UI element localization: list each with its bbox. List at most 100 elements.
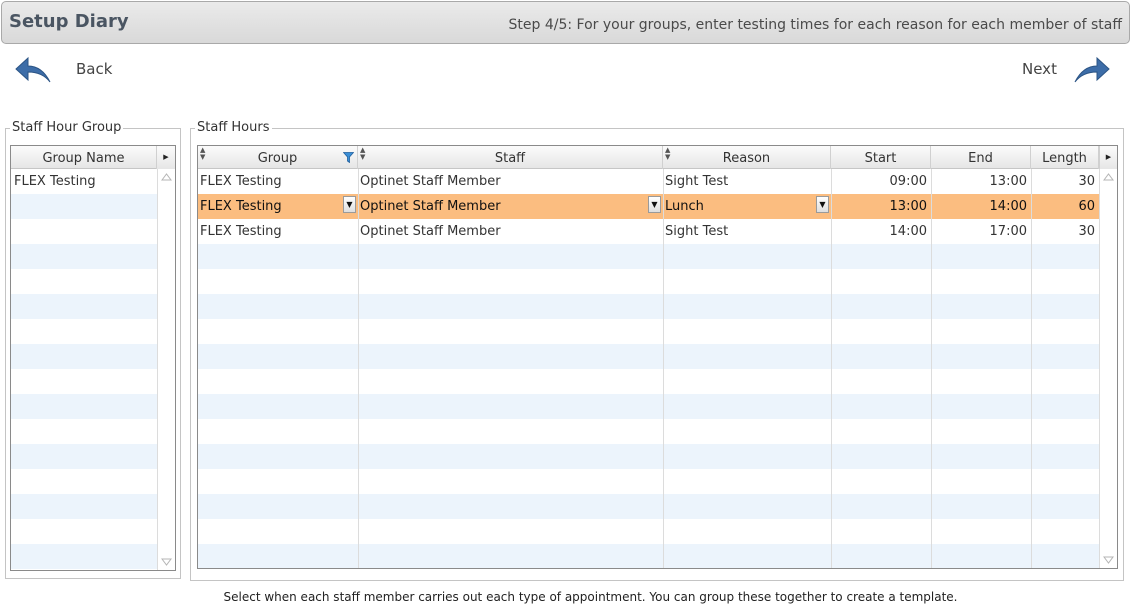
empty-row xyxy=(11,369,157,394)
dropdown-arrow-icon[interactable]: ▼ xyxy=(648,196,661,213)
dropdown-arrow-icon[interactable]: ▼ xyxy=(816,196,829,213)
staff-hour-group-title: Staff Hour Group xyxy=(10,120,124,136)
footer-hint: Select when each staff member carries ou… xyxy=(223,590,958,604)
start-cell[interactable]: 09:00 xyxy=(831,169,931,194)
reason-cell[interactable]: Sight Test xyxy=(663,219,831,244)
empty-row xyxy=(198,344,1099,369)
column-header-label: Staff xyxy=(494,151,526,166)
table-row[interactable]: FLEX Testing Optinet Staff Member Sight … xyxy=(198,219,1099,244)
scroll-up-icon[interactable] xyxy=(1103,173,1114,181)
column-chooser-icon: ▶ xyxy=(163,153,169,161)
reason-cell[interactable]: Sight Test xyxy=(663,169,831,194)
next-arrow-icon xyxy=(1074,56,1110,83)
empty-row xyxy=(11,319,157,344)
scroll-down-icon[interactable] xyxy=(1103,556,1114,564)
wizard-header: Setup Diary Step 4/5: For your groups, e… xyxy=(1,1,1130,44)
table-row-selected[interactable]: FLEX Testing ▼ Optinet Staff Member ▼ Lu… xyxy=(198,194,1099,219)
empty-row xyxy=(198,494,1099,519)
column-divider xyxy=(831,169,832,568)
empty-row xyxy=(11,344,157,369)
empty-row xyxy=(11,469,157,494)
empty-row xyxy=(198,469,1099,494)
back-button[interactable]: Back xyxy=(14,52,112,86)
column-header-start[interactable]: Start xyxy=(831,146,931,169)
column-header-label: Group xyxy=(257,151,298,166)
empty-row xyxy=(198,444,1099,469)
sort-icon: ▲ ▼ xyxy=(360,146,366,161)
empty-row xyxy=(198,519,1099,544)
start-cell[interactable]: 13:00 xyxy=(831,194,931,219)
column-header-end[interactable]: End xyxy=(931,146,1031,169)
empty-row xyxy=(11,419,157,444)
empty-row xyxy=(11,494,157,519)
group-grid-header: Group Name xyxy=(11,146,175,169)
column-header-label: Start xyxy=(864,151,897,166)
group-cell[interactable]: FLEX Testing xyxy=(198,169,358,194)
back-label: Back xyxy=(76,60,113,78)
column-chooser[interactable]: ▶ xyxy=(157,146,175,169)
empty-row xyxy=(198,369,1099,394)
table-row[interactable]: FLEX Testing xyxy=(11,169,157,194)
empty-row xyxy=(11,294,157,319)
column-chooser-icon: ▶ xyxy=(1105,153,1112,161)
empty-row xyxy=(11,244,157,269)
start-cell[interactable]: 14:00 xyxy=(831,219,931,244)
column-header-group[interactable]: ▲ ▼ Group xyxy=(198,146,358,169)
staff-cell[interactable]: Optinet Staff Member xyxy=(358,219,663,244)
staff-hours-title: Staff Hours xyxy=(195,120,272,136)
next-label: Next xyxy=(1022,60,1057,78)
column-divider xyxy=(931,169,932,568)
column-divider xyxy=(358,169,359,568)
group-grid: Group Name ▶ FLEX Testing xyxy=(10,145,176,571)
empty-row xyxy=(198,544,1099,568)
empty-row xyxy=(198,319,1099,344)
column-divider xyxy=(663,169,664,568)
end-cell[interactable]: 14:00 xyxy=(931,194,1031,219)
staff-hours-scrollbar[interactable] xyxy=(1099,169,1117,568)
empty-row xyxy=(11,544,157,569)
column-header-label: Length xyxy=(1042,151,1087,166)
group-grid-scrollbar[interactable] xyxy=(157,169,175,570)
end-cell[interactable]: 17:00 xyxy=(931,219,1031,244)
reason-cell[interactable]: Lunch xyxy=(663,194,816,219)
column-header-label: End xyxy=(968,151,993,166)
empty-row xyxy=(11,394,157,419)
empty-row xyxy=(198,294,1099,319)
empty-row xyxy=(198,419,1099,444)
empty-row xyxy=(11,269,157,294)
empty-row xyxy=(11,444,157,469)
length-cell[interactable]: 30 xyxy=(1031,169,1099,194)
page-title: Setup Diary xyxy=(9,11,129,32)
step-indicator: Step 4/5: For your groups, enter testing… xyxy=(508,17,1122,33)
group-cell[interactable]: FLEX Testing xyxy=(198,219,358,244)
column-header-label: Reason xyxy=(722,151,771,166)
column-chooser[interactable]: ▶ xyxy=(1099,146,1117,169)
staff-cell[interactable]: Optinet Staff Member xyxy=(358,169,663,194)
end-cell[interactable]: 13:00 xyxy=(931,169,1031,194)
table-row[interactable]: FLEX Testing Optinet Staff Member Sight … xyxy=(198,169,1099,194)
group-cell[interactable]: FLEX Testing xyxy=(198,194,343,219)
column-header-staff[interactable]: ▲ ▼ Staff xyxy=(358,146,663,169)
staff-cell[interactable]: Optinet Staff Member xyxy=(358,194,648,219)
filter-icon[interactable] xyxy=(343,152,354,163)
column-header-length[interactable]: Length xyxy=(1031,146,1099,169)
column-divider xyxy=(1031,169,1032,568)
staff-hours-header: ▲ ▼ Group ▲ ▼ Staff ▲ ▼ Reason Start End Le… xyxy=(198,146,1099,169)
scroll-up-icon[interactable] xyxy=(161,173,172,181)
column-header-reason[interactable]: ▲ ▼ Reason xyxy=(663,146,831,169)
empty-row xyxy=(11,194,157,219)
empty-row xyxy=(11,519,157,544)
group-name-cell[interactable]: FLEX Testing xyxy=(12,169,154,194)
column-header-label: Group Name xyxy=(42,151,125,166)
sort-icon: ▲ ▼ xyxy=(200,146,206,161)
column-header-group-name[interactable]: Group Name xyxy=(11,146,157,169)
length-cell[interactable]: 60 xyxy=(1031,194,1099,219)
back-arrow-icon xyxy=(15,56,51,83)
next-button[interactable]: Next xyxy=(1022,52,1111,86)
scroll-down-icon[interactable] xyxy=(161,558,172,566)
empty-row xyxy=(198,269,1099,294)
length-cell[interactable]: 30 xyxy=(1031,219,1099,244)
staff-hours-grid: ▲ ▼ Group ▲ ▼ Staff ▲ ▼ Reason Start End Le… xyxy=(197,145,1118,569)
dropdown-arrow-icon[interactable]: ▼ xyxy=(343,196,356,213)
empty-row xyxy=(198,394,1099,419)
